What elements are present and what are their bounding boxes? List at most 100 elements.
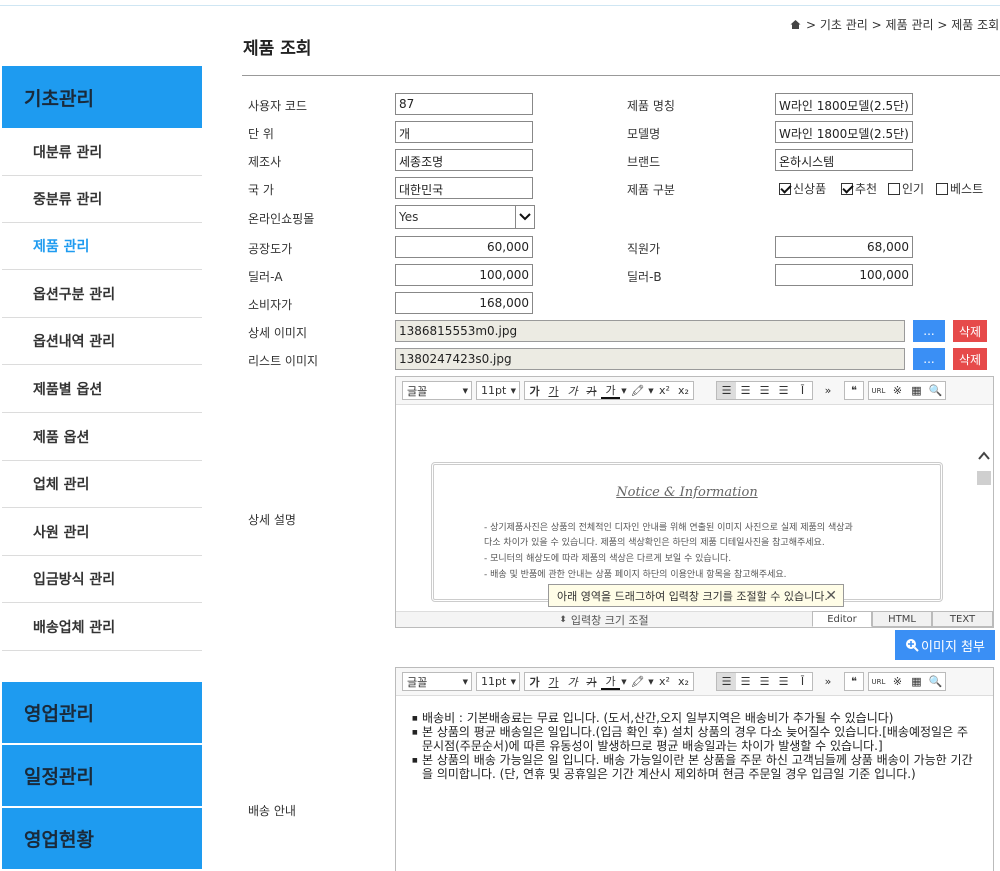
sidebar-item-option-detail[interactable]: 옵션내역 관리 — [2, 318, 202, 365]
quote-icon[interactable]: ❝ — [844, 381, 864, 400]
chevron-down-icon[interactable]: ▼ — [647, 382, 655, 399]
special-char-icon[interactable]: ※ — [888, 382, 907, 399]
resize-handle[interactable]: ⬍ 입력창 크기 조절 — [396, 611, 812, 627]
consumer-price-field[interactable]: 168,000 — [395, 292, 533, 314]
more-icon[interactable]: » — [822, 672, 834, 691]
sidebar-item-product-option[interactable]: 제품 옵션 — [2, 414, 202, 461]
italic-icon[interactable]: 가 — [563, 673, 582, 690]
detail-image-browse-button[interactable]: ... — [913, 320, 945, 342]
tab-html[interactable]: HTML — [872, 611, 932, 627]
checkbox-best[interactable]: 베스트 — [936, 180, 983, 197]
shipping-editor[interactable]: 글꼴 ▼ 11pt ▼ 가 가 가 가 가 ▼ 🖍 ▼ x² x₂ ☰ ☰ ☰ ☰ … — [395, 667, 994, 871]
underline-icon[interactable]: 가 — [544, 382, 563, 399]
tab-editor[interactable]: Editor — [812, 611, 872, 627]
sidebar-item-product-options[interactable]: 제품별 옵션 — [2, 366, 202, 413]
maker-field[interactable]: 세종조명 — [395, 149, 533, 171]
link-icon[interactable]: URL — [869, 673, 888, 690]
sidebar-item-staff[interactable]: 사원 관리 — [2, 509, 202, 556]
bold-icon[interactable]: 가 — [525, 673, 544, 690]
font-color-icon[interactable]: 가 — [601, 382, 620, 399]
superscript-icon[interactable]: x² — [655, 673, 674, 690]
checkbox-recommend-box[interactable] — [841, 182, 853, 195]
bold-icon[interactable]: 가 — [525, 382, 544, 399]
staff-price-field[interactable]: 68,000 — [775, 236, 913, 258]
breadcrumb-item-product[interactable]: 제품 관리 — [886, 16, 934, 33]
detail-image-field[interactable]: 1386815553m0.jpg — [395, 320, 905, 342]
sidebar-section-sales[interactable]: 영업관리 — [2, 682, 202, 743]
highlight-icon[interactable]: 🖍 — [628, 673, 647, 690]
strike-icon[interactable]: 가 — [582, 382, 601, 399]
quote-icon[interactable]: ❝ — [844, 672, 864, 691]
list-image-browse-button[interactable]: ... — [913, 348, 945, 370]
subscript-icon[interactable]: x₂ — [674, 382, 693, 399]
checkbox-popular-box[interactable] — [888, 182, 900, 195]
user-code-field[interactable]: 87 — [395, 93, 533, 115]
checkbox-new-box[interactable] — [779, 182, 791, 195]
editor-scrollbar[interactable] — [975, 407, 993, 621]
checkbox-best-box[interactable] — [936, 182, 948, 195]
sidebar-item-payment[interactable]: 입금방식 관리 — [2, 556, 202, 603]
font-select[interactable]: 글꼴 ▼ — [402, 672, 472, 691]
checkbox-popular[interactable]: 인기 — [888, 180, 924, 197]
sidebar-item-option-type[interactable]: 옵션구분 관리 — [2, 271, 202, 318]
align-justify-icon[interactable]: ☰ — [774, 382, 793, 399]
align-center-icon[interactable]: ☰ — [736, 382, 755, 399]
detail-editor[interactable]: 글꼴 ▼ 11pt ▼ 가 가 가 가 가 ▼ 🖍 ▼ x² x₂ ☰ ☰ ☰ ☰ … — [395, 376, 994, 628]
table-icon[interactable]: ▦ — [907, 673, 926, 690]
product-name-field[interactable]: W라인 1800모델(2.5단) · — [775, 93, 913, 115]
unit-field[interactable]: 개 — [395, 121, 533, 143]
highlight-icon[interactable]: 🖍 — [628, 382, 647, 399]
size-select[interactable]: 11pt ▼ — [476, 381, 520, 400]
close-icon[interactable]: ✕ — [825, 588, 837, 604]
size-select[interactable]: 11pt ▼ — [476, 672, 520, 691]
chevron-down-icon[interactable]: ▼ — [620, 382, 628, 399]
more-icon[interactable]: » — [822, 381, 834, 400]
sidebar-section-basic[interactable]: 기초관리 — [2, 66, 202, 128]
model-name-field[interactable]: W라인 1800모델(2.5단) · — [775, 121, 913, 143]
font-select[interactable]: 글꼴 ▼ — [402, 381, 472, 400]
attach-image-button[interactable]: 이미지 첨부 — [895, 630, 995, 660]
sidebar-section-status[interactable]: 영업현황 — [2, 808, 202, 869]
dealer-b-field[interactable]: 100,000 — [775, 264, 913, 286]
brand-field[interactable]: 온하시스템 — [775, 149, 913, 171]
line-height-icon[interactable]: Ī — [793, 382, 812, 399]
subscript-icon[interactable]: x₂ — [674, 673, 693, 690]
superscript-icon[interactable]: x² — [655, 382, 674, 399]
align-right-icon[interactable]: ☰ — [755, 673, 774, 690]
special-char-icon[interactable]: ※ — [888, 673, 907, 690]
sidebar-item-shipping-company[interactable]: 배송업체 관리 — [2, 604, 202, 651]
line-height-icon[interactable]: Ī — [793, 673, 812, 690]
align-justify-icon[interactable]: ☰ — [774, 673, 793, 690]
search-icon[interactable]: 🔍 — [926, 673, 945, 690]
sidebar-item-category-major[interactable]: 대분류 관리 — [2, 129, 202, 176]
chevron-down-icon[interactable]: ▼ — [620, 673, 628, 690]
search-icon[interactable]: 🔍 — [926, 382, 945, 399]
list-image-field[interactable]: 1380247423s0.jpg — [395, 348, 905, 370]
sidebar-item-product[interactable]: 제품 관리 — [2, 223, 202, 270]
factory-price-field[interactable]: 60,000 — [395, 236, 533, 258]
list-image-delete-button[interactable]: 삭제 — [953, 348, 987, 370]
align-center-icon[interactable]: ☰ — [736, 673, 755, 690]
align-left-icon[interactable]: ☰ — [717, 382, 736, 399]
italic-icon[interactable]: 가 — [563, 382, 582, 399]
chevron-down-icon[interactable] — [515, 206, 534, 228]
home-icon[interactable] — [790, 19, 801, 30]
detail-image-delete-button[interactable]: 삭제 — [953, 320, 987, 342]
strike-icon[interactable]: 가 — [582, 673, 601, 690]
country-field[interactable]: 대한민국 — [395, 177, 533, 199]
chevron-down-icon[interactable]: ▼ — [647, 673, 655, 690]
checkbox-recommend[interactable]: 추천 — [841, 180, 877, 197]
table-icon[interactable]: ▦ — [907, 382, 926, 399]
online-mall-select[interactable]: Yes — [395, 205, 535, 229]
sidebar-section-schedule[interactable]: 일정관리 — [2, 745, 202, 806]
align-right-icon[interactable]: ☰ — [755, 382, 774, 399]
link-icon[interactable]: URL — [869, 382, 888, 399]
underline-icon[interactable]: 가 — [544, 673, 563, 690]
checkbox-new[interactable]: 신상품 — [779, 180, 826, 197]
tab-text[interactable]: TEXT — [932, 611, 993, 627]
sidebar-item-category-minor[interactable]: 중분류 관리 — [2, 176, 202, 223]
align-left-icon[interactable]: ☰ — [717, 673, 736, 690]
breadcrumb-item-basic[interactable]: 기초 관리 — [820, 16, 868, 33]
sidebar-item-company[interactable]: 업체 관리 — [2, 461, 202, 508]
dealer-a-field[interactable]: 100,000 — [395, 264, 533, 286]
